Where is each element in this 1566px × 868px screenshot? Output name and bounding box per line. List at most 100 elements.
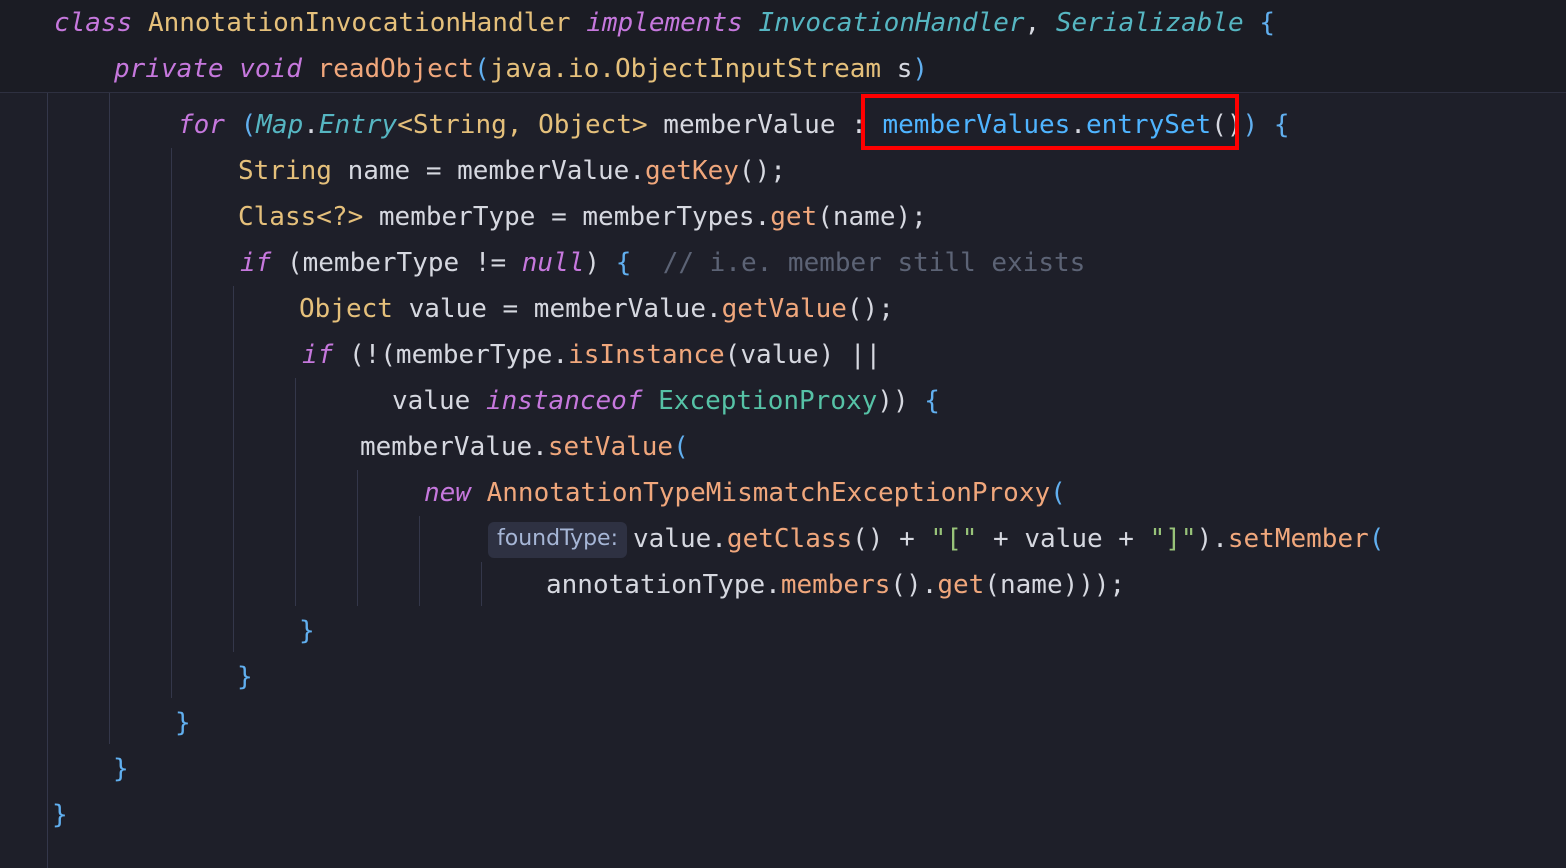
code-text: (name); [817, 202, 927, 232]
indent-guide [109, 92, 110, 744]
code-line-instanceof[interactable]: value instanceof ExceptionProxy)) { [392, 378, 940, 424]
class-name: AnnotationInvocationHandler [147, 8, 571, 38]
string-literal: "]" [1149, 524, 1197, 554]
method-call: isInstance [568, 340, 725, 370]
param-type: java.io.ObjectInputStream [489, 54, 882, 84]
keyword: instanceof [485, 386, 643, 416]
paren: ( [673, 432, 689, 462]
code-line-set-value[interactable]: memberValue.setValue( [360, 424, 689, 470]
variable: value [392, 386, 471, 416]
generic-types: <?> [316, 202, 364, 232]
closing-brace[interactable]: } [52, 792, 68, 838]
code-text: (name))); [984, 570, 1126, 600]
paren: ( [1050, 478, 1066, 508]
type-name: String [238, 156, 332, 186]
code-text: value = memberValue. [408, 294, 722, 324]
interface-name: InvocationHandler [758, 8, 1025, 38]
code-line-if-instance[interactable]: if (!(memberType.isInstance(value) || [302, 332, 881, 378]
closing-brace[interactable]: } [299, 608, 315, 654]
paren: ) [912, 54, 929, 84]
code-line-new-proxy[interactable]: new AnnotationTypeMismatchExceptionProxy… [424, 470, 1066, 516]
code-text: memberType = memberTypes. [378, 202, 771, 232]
param-name: s [896, 54, 913, 84]
code-line-value[interactable]: Object value = memberValue.getValue(); [299, 286, 894, 332]
punctuation: . [303, 110, 319, 140]
keyword: implements [586, 8, 743, 38]
paren: ) [1242, 110, 1259, 140]
paren: ( [474, 54, 490, 84]
paren: ) [584, 248, 601, 278]
code-line-name[interactable]: String name = memberValue.getKey(); [238, 148, 786, 194]
code-text: name = memberValue. [347, 156, 645, 186]
code-text: (memberType != [286, 248, 522, 278]
code-editor[interactable]: class AnnotationInvocationHandler implem… [0, 0, 1566, 868]
sticky-scroll-header[interactable]: class AnnotationInvocationHandler implem… [0, 0, 1566, 93]
code-text: + value + [977, 524, 1150, 554]
keyword: void [239, 54, 302, 84]
keyword: null [521, 248, 585, 278]
code-text: (). [890, 570, 938, 600]
type-name: Class [238, 202, 317, 232]
keyword: class [54, 8, 133, 38]
paren: )) [877, 386, 909, 416]
string-literal: "[" [930, 524, 978, 554]
indent-guide [233, 286, 234, 652]
punctuation: , [1024, 8, 1041, 38]
keyword: if [302, 340, 334, 370]
code-text: (!(memberType. [348, 340, 569, 370]
constructor-name: AnnotationTypeMismatchExceptionProxy [486, 478, 1051, 508]
method-call: setValue [547, 432, 674, 462]
brace: { [615, 248, 632, 278]
code-text: value. [633, 524, 727, 554]
indent-guide [419, 516, 420, 606]
keyword: for [178, 110, 225, 140]
indent-guide [171, 148, 172, 698]
code-text: annotationType. [546, 570, 781, 600]
closing-brace[interactable]: } [175, 700, 191, 746]
code-line-found-type[interactable]: foundType: value.getClass() + "[" + value… [488, 516, 1384, 562]
indent-guide [357, 470, 358, 606]
code-text: ). [1196, 524, 1228, 554]
generic-types: <String, Object> [397, 110, 648, 140]
method-call: getClass [726, 524, 853, 554]
sticky-line-class[interactable]: class AnnotationInvocationHandler implem… [54, 0, 1275, 46]
code-text: (); [846, 294, 894, 324]
indent-guide [47, 92, 48, 868]
red-highlight-box [861, 94, 1239, 150]
paren: ( [240, 110, 257, 140]
method-call: get [770, 202, 818, 232]
closing-brace[interactable]: } [237, 654, 253, 700]
code-comment: // i.e. member still exists [662, 248, 1086, 278]
indent-guide [295, 378, 296, 606]
closing-brace[interactable]: } [113, 746, 129, 792]
code-line-if[interactable]: if (memberType != null) { // i.e. member… [240, 240, 1085, 286]
interface-name: Serializable [1055, 8, 1244, 38]
variable: memberValue [663, 110, 836, 140]
code-text: () + [852, 524, 931, 554]
keyword: private [114, 54, 224, 84]
method-call: members [780, 570, 891, 600]
paren: ( [1368, 524, 1385, 554]
code-text: (); [738, 156, 786, 186]
type-name: Map [256, 110, 304, 140]
method-call: setMember [1227, 524, 1369, 554]
method-call: getKey [645, 156, 739, 186]
code-text: (value) || [724, 340, 882, 370]
type-name: ExceptionProxy [658, 386, 878, 416]
code-text: memberValue. [360, 432, 548, 462]
brace: { [1259, 8, 1276, 38]
brace: { [1273, 110, 1290, 140]
code-line-member-type[interactable]: Class<?> memberType = memberTypes.get(na… [238, 194, 927, 240]
indent-guide [481, 562, 482, 606]
type-name: Entry [318, 110, 398, 140]
method-call: getValue [721, 294, 847, 324]
method-call: get [937, 570, 985, 600]
code-line-annotation-type[interactable]: annotationType.members().get(name))); [546, 562, 1125, 608]
brace: { [924, 386, 940, 416]
inlay-hint-found-type: foundType: [488, 521, 627, 558]
keyword: new [424, 478, 471, 508]
sticky-line-method[interactable]: private void readObject(java.io.ObjectIn… [114, 46, 928, 92]
method-name: readObject [317, 54, 475, 84]
type-name: Object [299, 294, 393, 324]
keyword: if [240, 248, 272, 278]
